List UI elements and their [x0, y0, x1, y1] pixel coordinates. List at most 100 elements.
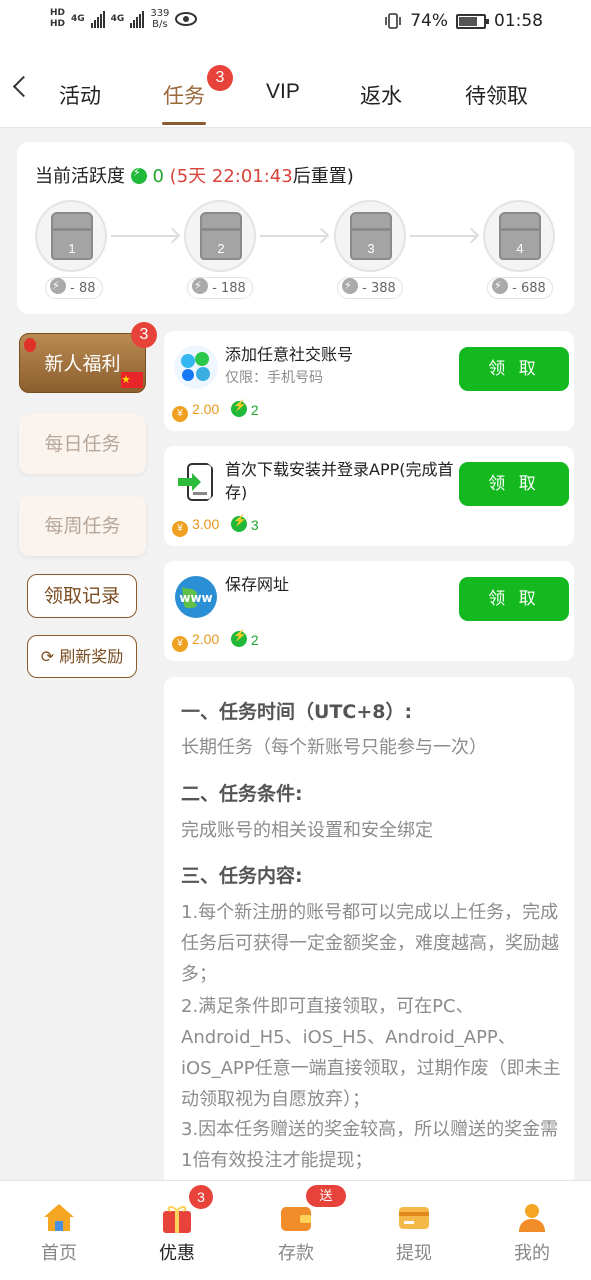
nav-promo-label: 优惠: [159, 1243, 195, 1264]
user-icon: [519, 1204, 545, 1232]
points-reward: 2: [231, 629, 259, 648]
task-card: www 保存网址 领 取 ¥2.00 2: [164, 561, 574, 661]
chest-2-value: - 188: [187, 276, 253, 299]
money-reward: ¥2.00: [172, 631, 219, 652]
rules-text: 2.满足条件即可直接领取，可在PC、Android_H5、iOS_H5、Andr…: [181, 996, 561, 1110]
coin-icon: ¥: [172, 636, 188, 652]
money-value: 2.00: [192, 631, 220, 647]
gift-icon: [163, 1205, 191, 1233]
status-right: 74% 01:58: [384, 11, 543, 31]
active-tab-indicator: [162, 122, 206, 125]
newbie-badge: 3: [131, 322, 157, 348]
chest-1-value: - 88: [45, 276, 103, 299]
speed-value: 339: [150, 8, 170, 19]
nav-home-label: 首页: [41, 1243, 77, 1264]
clock: 01:58: [494, 11, 543, 31]
bolt-icon: [192, 276, 208, 296]
activity-value: 0: [152, 166, 164, 187]
treasure-chest-icon: 2: [200, 212, 242, 260]
chest-3-value: - 388: [337, 276, 403, 299]
points-value: 3: [250, 517, 259, 533]
claim-button[interactable]: 领 取: [459, 577, 569, 621]
bolt-icon: [231, 629, 247, 647]
claim-button[interactable]: 领 取: [459, 347, 569, 391]
open-paren: (: [169, 166, 177, 187]
task-rules: 一、任务时间（UTC+8）: 长期任务（每个新账号只能参与一次） 二、任务条件:…: [164, 677, 574, 1187]
chest-value-text: - 188: [212, 281, 246, 296]
bolt-icon: [492, 276, 508, 296]
chest-value-text: - 388: [362, 281, 396, 296]
network-speed: 339 B/s: [150, 8, 169, 30]
flag-icon: [121, 372, 143, 388]
status-left: HD HD 4G 4G 339 B/s: [50, 8, 198, 30]
battery-percent: 74%: [410, 11, 448, 31]
tab-activity[interactable]: 活动: [59, 80, 101, 110]
tab-vip[interactable]: VIP: [266, 80, 300, 104]
promo-badge: 3: [189, 1185, 213, 1209]
tab-pending[interactable]: 待领取: [465, 80, 528, 110]
chest-4-value: - 688: [487, 276, 553, 299]
treasure-chest-icon: 4: [499, 212, 541, 260]
nav-mine[interactable]: 我的: [482, 1181, 582, 1280]
chest-number: 3: [367, 241, 375, 256]
money-reward: ¥2.00: [172, 401, 219, 422]
refresh-rewards-button[interactable]: ⟳ 刷新奖励: [27, 635, 137, 678]
rules-heading: 一、任务时间（UTC+8）:: [181, 701, 413, 723]
sidebar-newbie-label: 新人福利: [44, 353, 121, 375]
nav-home[interactable]: 首页: [9, 1181, 109, 1280]
status-bar: HD HD 4G 4G 339 B/s 74% 01:58: [0, 0, 591, 46]
coin-icon: ¥: [172, 406, 188, 422]
chest-4[interactable]: 4: [483, 200, 555, 272]
claim-button[interactable]: 领 取: [459, 462, 569, 506]
rules-text: 完成账号的相关设置和安全绑定: [181, 820, 433, 841]
points-value: 2: [250, 632, 259, 648]
rules-heading: 三、任务内容:: [181, 865, 303, 887]
tab-tasks[interactable]: 任务: [163, 80, 205, 110]
arrow-icon: [111, 235, 177, 237]
nav-withdraw[interactable]: 提现: [364, 1181, 464, 1280]
arrow-icon: [260, 235, 326, 237]
back-arrow-icon[interactable]: [12, 75, 35, 98]
chest-3[interactable]: 3: [334, 200, 406, 272]
tab-rebate[interactable]: 返水: [360, 80, 402, 110]
money-value: 3.00: [192, 516, 220, 532]
battery-icon: [456, 13, 489, 29]
network-type: 4G: [71, 13, 85, 24]
signal-icon: [90, 10, 105, 28]
bottom-nav: 首页 优惠 3 存款 送3% 提现 我的: [0, 1180, 591, 1280]
money-reward: ¥3.00: [172, 516, 219, 537]
wallet-icon: [281, 1207, 311, 1231]
nav-promo[interactable]: 优惠 3: [127, 1181, 227, 1280]
treasure-chest-icon: 1: [51, 212, 93, 260]
points-reward: 3: [231, 514, 259, 533]
nav-withdraw-label: 提现: [396, 1243, 432, 1264]
signal-icon: [130, 10, 145, 28]
hd-label: HD: [50, 19, 66, 29]
chest-number: 1: [68, 241, 76, 256]
network-type: 4G: [110, 13, 125, 24]
refresh-icon: ⟳: [40, 647, 55, 666]
sidebar-newbie[interactable]: 新人福利: [19, 333, 146, 393]
claim-records-button[interactable]: 领取记录: [27, 574, 137, 618]
coin-icon: ¥: [172, 521, 188, 537]
rules-text: 3.因本任务赠送的奖金较高，所以赠送的奖金需1倍有效投注才能提现；: [181, 1119, 559, 1171]
sidebar-weekly[interactable]: 每周任务: [19, 496, 146, 556]
chest-2[interactable]: 2: [184, 200, 256, 272]
activity-label: 当前活跃度: [35, 166, 125, 187]
treasure-chest-icon: 3: [350, 212, 392, 260]
hd-label: HD: [50, 8, 66, 18]
svg-text:www: www: [179, 591, 212, 605]
bolt-icon: [231, 399, 247, 417]
chest-1[interactable]: 1: [35, 200, 107, 272]
bolt-icon: [50, 276, 66, 296]
nav-deposit[interactable]: 存款 送3%: [246, 1181, 346, 1280]
vibrate-icon: [385, 13, 402, 29]
bolt-icon: [342, 276, 358, 296]
social-apps-icon: [174, 345, 218, 389]
points-reward: 2: [231, 399, 259, 418]
nav-deposit-label: 存款: [278, 1243, 314, 1264]
lantern-icon: [24, 338, 36, 352]
points-value: 2: [250, 402, 259, 418]
deposit-bonus-badge: 送3%: [306, 1185, 346, 1225]
sidebar-daily[interactable]: 每日任务: [19, 414, 146, 474]
